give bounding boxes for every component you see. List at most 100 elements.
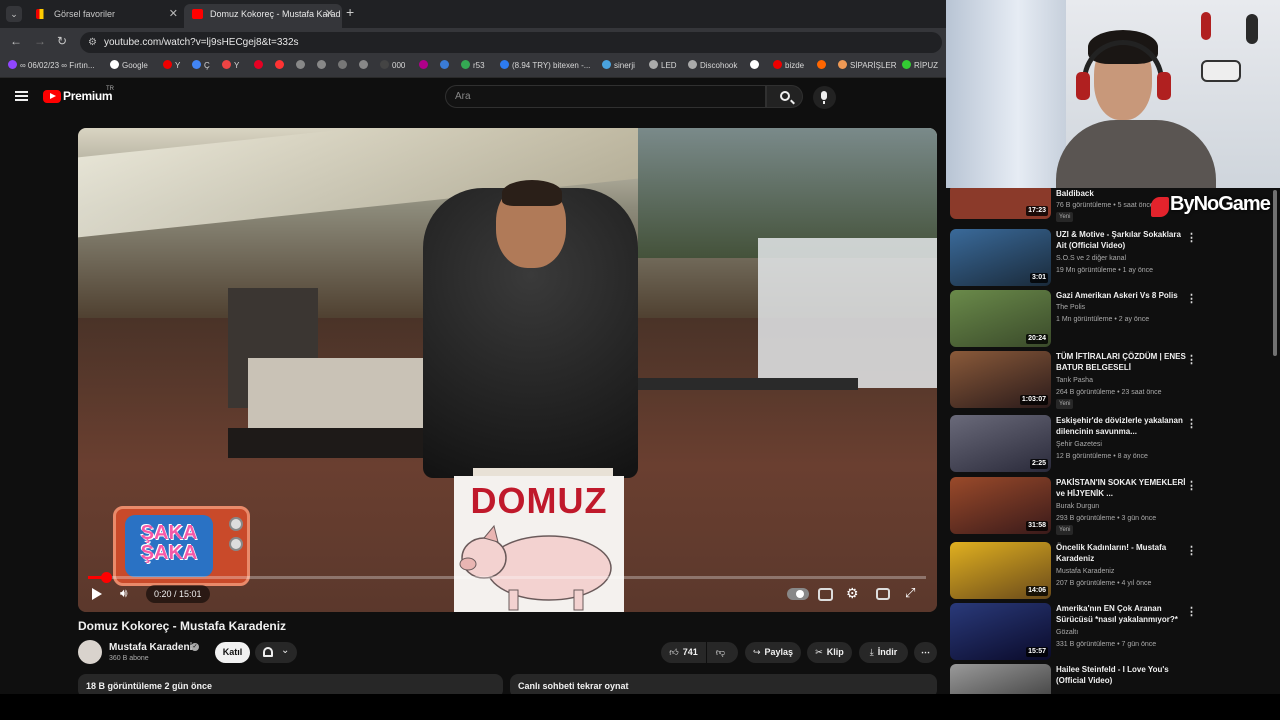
bookmark-item[interactable]: Ç [192, 60, 210, 72]
recommended-video[interactable]: 14:06 Öncelik Kadınların! - Mustafa Kara… [950, 542, 1272, 600]
more-vertical-icon[interactable]: ⋮ [1186, 353, 1197, 366]
recommended-channel[interactable]: Burak Durgun [1056, 501, 1099, 512]
bookmark-item[interactable]: Y [163, 60, 180, 72]
youtube-logo-icon[interactable] [43, 90, 61, 103]
bookmark-item[interactable]: (8.94 TRY) bitexen -... [500, 60, 590, 72]
browser-tab-active[interactable]: Domuz Kokoreç - Mustafa Karad ✕ [184, 4, 342, 28]
new-tab-icon[interactable]: + [346, 4, 354, 20]
recommended-title[interactable]: Gazi Amerikan Askeri Vs 8 Polis [1056, 290, 1186, 301]
address-bar[interactable]: ⚙ youtube.com/watch?v=lj9sHECgej8&t=332s [80, 32, 942, 53]
recommended-title[interactable]: Eskişehir'de dövizlerle yakalanan dilenc… [1056, 415, 1186, 437]
recommended-video[interactable]: 31:58 PAKİSTAN'IN SOKAK YEMEKLERİ ve HİJ… [950, 477, 1272, 535]
recommended-video[interactable]: 15:57 Amerika'nın EN Çok Aranan Sürücüsü… [950, 603, 1272, 661]
overlay-text: ŞAKA [140, 522, 198, 544]
recommended-title[interactable]: UZI & Motive - Şarkılar Sokaklara Ait (O… [1056, 229, 1186, 251]
volume-icon[interactable]: 🔊︎ [120, 586, 128, 601]
more-actions-button[interactable]: ⋯ [914, 642, 937, 663]
bookmark-item[interactable] [296, 60, 308, 72]
bookmark-item[interactable] [440, 60, 452, 72]
bookmark-item[interactable]: bizde [773, 60, 804, 72]
close-tab-icon[interactable]: ✕ [325, 4, 334, 24]
bookmark-item[interactable] [817, 60, 829, 72]
recommended-video[interactable]: 3:01 UZI & Motive - Şarkılar Sokaklara A… [950, 229, 1272, 287]
dislike-button[interactable]: 👎︎ [707, 642, 738, 663]
video-thumbnail[interactable] [950, 664, 1051, 694]
channel-name[interactable]: Mustafa Karadeniz [109, 642, 197, 653]
tab-search-chevron-icon[interactable]: ⌄ [6, 6, 22, 22]
bookmark-item[interactable] [359, 60, 371, 72]
recommended-title[interactable]: Öncelik Kadınların! - Mustafa Karadeniz [1056, 542, 1186, 564]
video-thumbnail[interactable]: 15:57 [950, 603, 1051, 660]
bookmark-item[interactable]: Google [110, 60, 148, 72]
progress-bar[interactable] [88, 572, 926, 583]
share-button[interactable]: ↪ Paylaş [745, 642, 801, 663]
recommended-channel[interactable]: Şehir Gazetesi [1056, 439, 1102, 450]
more-vertical-icon[interactable]: ⋮ [1186, 544, 1197, 557]
more-vertical-icon[interactable]: ⋮ [1186, 231, 1197, 244]
bookmark-item[interactable] [750, 60, 762, 72]
bookmark-item[interactable]: Y [222, 60, 239, 72]
bookmark-item[interactable]: sinerji [602, 60, 635, 72]
back-icon[interactable]: ← [10, 34, 22, 48]
recommended-video[interactable]: 1:03:07 TÜM İFTİRALARI ÇÖZDÜM | ENES BAT… [950, 351, 1272, 409]
recommended-channel[interactable]: Gözaltı [1056, 627, 1078, 638]
bookmark-item[interactable]: SİPARİŞLER [838, 60, 897, 72]
bookmark-item[interactable]: ∞ 06/02/23 ∞ Fırtın... [8, 60, 95, 72]
close-tab-icon[interactable]: ✕ [169, 4, 178, 24]
miniplayer-icon[interactable] [876, 588, 890, 600]
site-info-icon[interactable]: ⚙ [88, 32, 97, 53]
recommended-channel[interactable]: Mustafa Karadeniz [1056, 566, 1114, 577]
youtube-brand[interactable]: Premium [63, 89, 113, 103]
sidebar-scrollbar[interactable] [1273, 190, 1277, 356]
settings-gear-icon[interactable]: ⚙ [846, 585, 859, 602]
bookmark-item[interactable]: 000 [380, 60, 405, 72]
recommended-channel[interactable]: The Polis [1056, 302, 1085, 313]
forward-icon[interactable]: → [34, 34, 46, 48]
reload-icon[interactable]: ↻ [57, 34, 67, 48]
subtitles-icon[interactable] [818, 588, 833, 601]
recommended-channel[interactable]: S.O.S ve 2 diğer kanal [1056, 253, 1126, 264]
recommended-video[interactable]: 2:25 Eskişehir'de dövizlerle yakalanan d… [950, 415, 1272, 473]
recommended-video[interactable]: Hailee Steinfeld - I Love You's (Officia… [950, 664, 1272, 694]
video-thumbnail[interactable]: 1:03:07 [950, 351, 1051, 408]
voice-search-icon[interactable] [813, 86, 836, 109]
menu-icon[interactable] [15, 91, 28, 101]
browser-tab[interactable]: Görsel favoriler ✕ [28, 4, 186, 28]
recommended-title[interactable]: TÜM İFTİRALARI ÇÖZDÜM | ENES BATUR BELGE… [1056, 351, 1186, 373]
recommended-title[interactable]: PAKİSTAN'IN SOKAK YEMEKLERİ ve HİJYENİK … [1056, 477, 1186, 499]
autoplay-toggle[interactable] [787, 588, 809, 600]
recommended-channel[interactable]: Tarık Pasha [1056, 375, 1093, 386]
play-icon[interactable] [92, 588, 102, 600]
video-thumbnail[interactable]: 17:23 [950, 188, 1051, 219]
bookmark-item[interactable] [254, 60, 266, 72]
notification-bell-button[interactable]: ⌄ [255, 642, 297, 663]
video-thumbnail[interactable]: 20:24 [950, 290, 1051, 347]
download-button[interactable]: ⤓ İndir [859, 642, 908, 663]
video-thumbnail[interactable]: 2:25 [950, 415, 1051, 472]
search-input[interactable]: Ara [445, 85, 766, 108]
recommended-title[interactable]: Hailee Steinfeld - I Love You's (Officia… [1056, 664, 1186, 686]
more-vertical-icon[interactable]: ⋮ [1186, 479, 1197, 492]
more-vertical-icon[interactable]: ⋮ [1186, 605, 1197, 618]
fullscreen-icon[interactable]: ⤢ [905, 585, 915, 601]
video-thumbnail[interactable]: 31:58 [950, 477, 1051, 534]
bookmark-item[interactable]: RİPUZ [902, 60, 938, 72]
bookmark-item[interactable]: LED [649, 60, 677, 72]
bookmark-item[interactable]: r53 [461, 60, 485, 72]
clip-button[interactable]: ✂ Klip [807, 642, 852, 663]
like-button[interactable]: 👍︎ 741 [661, 642, 706, 663]
bookmark-item[interactable] [338, 60, 350, 72]
bookmark-item[interactable] [317, 60, 329, 72]
recommended-video[interactable]: 20:24 Gazi Amerikan Askeri Vs 8 Polis Th… [950, 290, 1272, 348]
more-vertical-icon[interactable]: ⋮ [1186, 292, 1197, 305]
channel-avatar[interactable] [78, 640, 102, 664]
join-button[interactable]: Katıl [215, 642, 250, 663]
search-button[interactable] [766, 85, 803, 108]
bookmark-item[interactable] [275, 60, 287, 72]
recommended-title[interactable]: Amerika'nın EN Çok Aranan Sürücüsü *nası… [1056, 603, 1186, 625]
video-thumbnail[interactable]: 3:01 [950, 229, 1051, 286]
more-vertical-icon[interactable]: ⋮ [1186, 417, 1197, 430]
bookmark-item[interactable] [419, 60, 431, 72]
video-thumbnail[interactable]: 14:06 [950, 542, 1051, 599]
bookmark-item[interactable]: Discohook [688, 60, 737, 72]
